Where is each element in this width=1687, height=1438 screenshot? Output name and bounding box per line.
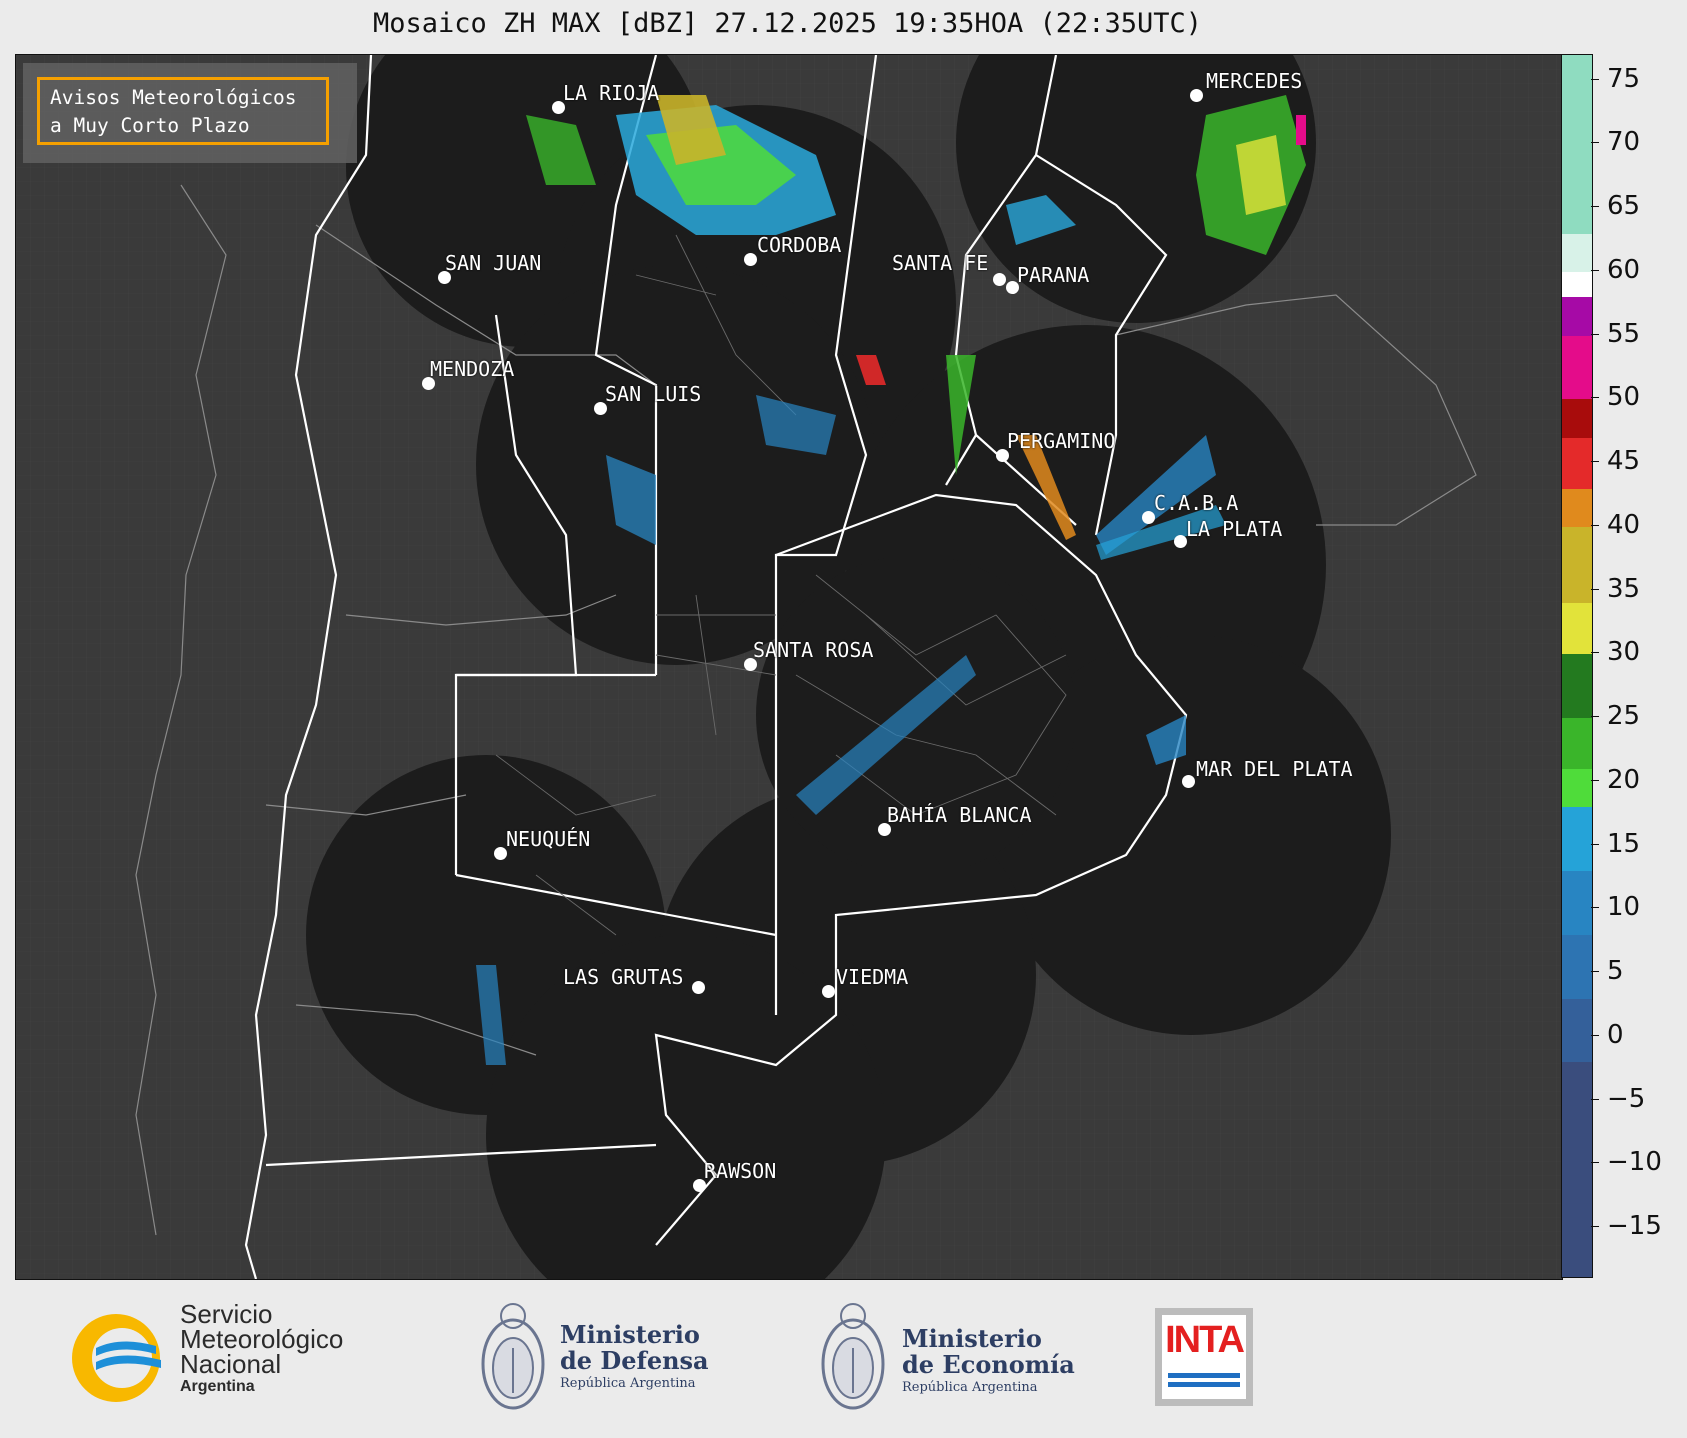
colorbar-segment [1562,769,1592,808]
city-marker[interactable] [1182,775,1195,788]
city-label: MENDOZA [430,357,515,381]
colorbar-tick-label: −10 [1591,1147,1662,1177]
colorbar-segment [1562,233,1592,272]
inta-text: INTA [1165,1319,1245,1361]
city-marker[interactable] [993,273,1006,286]
defensa-line-3: República Argentina [560,1376,696,1391]
city-marker[interactable] [822,985,835,998]
colorbar-segment [1562,934,1592,999]
colorbar-segment [1562,871,1592,935]
economia-line-2: de Economía [902,1350,1075,1379]
colorbar-tick-label: 0 [1591,1020,1624,1050]
colorbar-tick-label: 35 [1590,574,1640,604]
warning-notice-box: Avisos Meteorológicos a Muy Corto Plazo [37,77,329,145]
city-label: RAWSON [704,1159,777,1183]
defensa-line-2: de Defensa [560,1346,709,1375]
colorbar-segment [1562,718,1592,769]
footer-logos: Servicio Meteorológico Nacional Argentin… [0,1280,1687,1438]
map-title: Mosaico ZH MAX [dBZ] 27.12.2025 19:35HOA… [372,8,1203,39]
colorbar-segment [1562,335,1592,400]
colorbar-tick-label: 55 [1590,319,1640,349]
colorbar-tick-label: 5 [1591,956,1624,986]
colorbar-segment [1562,399,1592,438]
economia-line-3: República Argentina [902,1380,1038,1395]
colorbar-segment [1562,807,1592,871]
colorbar-segment [1562,526,1592,604]
notice-line-2: a Muy Corto Plazo [50,114,250,137]
colorbar-tick-label: 30 [1590,637,1640,667]
city-label: PERGAMINO [1007,429,1116,453]
colorbar-tick-label: 40 [1590,510,1640,540]
city-label: NEUQUÉN [506,827,591,851]
colorbar-tick-label: 20 [1590,765,1640,795]
city-label: BAHÍA BLANCA [887,803,1032,827]
colorbar-tick-label: 10 [1590,892,1640,922]
city-label: MERCEDES [1206,69,1303,93]
city-label: SANTA ROSA [753,638,874,662]
colorbar-tick-label: 50 [1590,382,1640,412]
city-label: CORDOBA [757,233,842,257]
city-label: PARANA [1017,263,1090,287]
colorbar-tick-label: −5 [1590,1084,1645,1114]
colorbar-segment [1562,1062,1592,1277]
inta-logo: INTA [1155,1308,1253,1406]
colorbar-tick-label: 60 [1590,255,1640,285]
colorbar-segment [1562,271,1592,298]
colorbar-tick-label: 15 [1590,829,1640,859]
smn-line-3: Nacional [180,1349,282,1379]
city-marker[interactable] [744,253,757,266]
radar-map[interactable]: Avisos Meteorológicos a Muy Corto Plazo … [15,54,1563,1280]
smn-text: Servicio Meteorológico Nacional Argentin… [180,1301,343,1397]
smn-logo-icon [72,1314,161,1402]
notice-line-1: Avisos Meteorológicos [50,86,297,109]
defensa-text: Ministerio de Defensa República Argentin… [560,1322,709,1394]
economia-text: Ministerio de Economía República Argenti… [902,1326,1075,1398]
city-label: LA RIOJA [563,81,660,105]
smn-line-4: Argentina [180,1378,255,1395]
colorbar-segment [1562,297,1592,336]
colorbar [1561,54,1593,1278]
colorbar-tick-label: 75 [1590,64,1640,94]
city-label: C.A.B.A [1154,491,1239,515]
colorbar-tick-label: −15 [1591,1211,1662,1241]
city-label: VIEDMA [836,965,909,989]
colorbar-segment [1562,998,1592,1063]
city-label: MAR DEL PLATA [1196,757,1353,781]
colorbar-segment [1562,603,1592,655]
colorbar-segment [1562,654,1592,718]
economia-line-1: Ministerio [902,1324,1042,1353]
city-label: SAN JUAN [445,251,542,275]
colorbar-tick-label: 25 [1590,701,1640,731]
city-label: LA PLATA [1186,517,1283,541]
national-seal-icon [821,1303,885,1410]
colorbar-segment [1562,437,1592,489]
warning-notice-panel: Avisos Meteorológicos a Muy Corto Plazo [23,63,357,163]
colorbar-tick-label: 65 [1590,191,1640,221]
national-seal-icon [481,1303,545,1410]
city-marker[interactable] [692,981,705,994]
city-label: SAN LUIS [605,382,702,406]
colorbar-segment [1562,488,1592,527]
city-marker[interactable] [1190,89,1203,102]
city-label: SANTA FE [892,251,989,275]
city-label: LAS GRUTAS [563,965,684,989]
colorbar-tick-label: 45 [1590,446,1640,476]
defensa-line-1: Ministerio [560,1320,700,1349]
colorbar-tick-label: 70 [1590,127,1640,157]
colorbar-segment [1562,55,1592,234]
